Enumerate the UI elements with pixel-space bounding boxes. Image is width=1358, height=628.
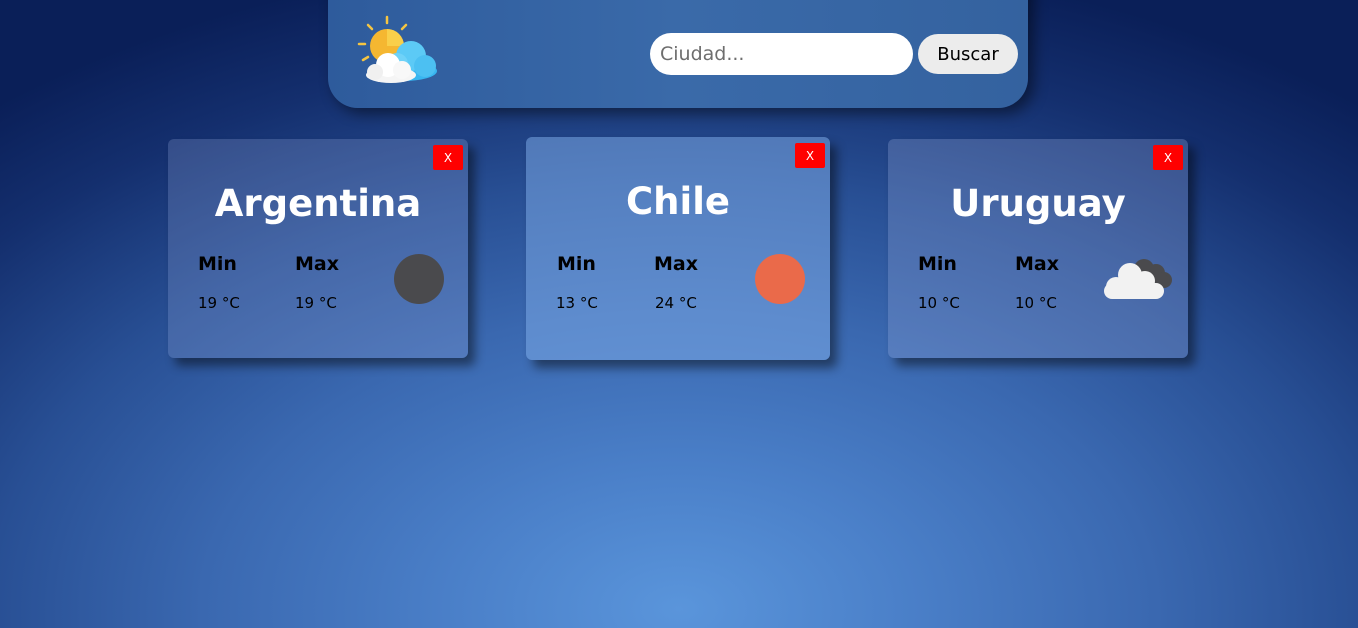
min-temp: 10 °C — [918, 294, 960, 312]
min-label: Min — [198, 253, 237, 275]
min-label: Min — [918, 253, 957, 275]
weather-card-uruguay: X Uruguay Min Max 10 °C 10 °C — [888, 139, 1188, 358]
weather-card-argentina: X Argentina Min Max 19 °C 19 °C — [168, 139, 468, 358]
max-label: Max — [295, 253, 339, 275]
close-card-button[interactable]: X — [433, 145, 463, 170]
search-button[interactable]: Buscar — [918, 34, 1018, 74]
dark-circle-icon — [394, 254, 444, 304]
city-name: Chile — [626, 180, 730, 223]
city-name: Uruguay — [950, 182, 1126, 225]
sun-behind-cloud-icon — [357, 15, 437, 83]
min-temp: 19 °C — [198, 294, 240, 312]
min-label: Min — [557, 253, 596, 275]
close-card-button[interactable]: X — [795, 143, 825, 168]
city-search-input[interactable] — [650, 33, 913, 75]
max-label: Max — [654, 253, 698, 275]
max-label: Max — [1015, 253, 1059, 275]
close-card-button[interactable]: X — [1153, 145, 1183, 170]
weather-card-chile: X Chile Min Max 13 °C 24 °C — [526, 137, 830, 360]
max-temp: 24 °C — [655, 294, 697, 312]
city-name: Argentina — [214, 182, 422, 225]
orange-sun-icon — [755, 254, 805, 304]
clouds-icon — [1104, 259, 1172, 299]
max-temp: 19 °C — [295, 294, 337, 312]
min-temp: 13 °C — [556, 294, 598, 312]
max-temp: 10 °C — [1015, 294, 1057, 312]
